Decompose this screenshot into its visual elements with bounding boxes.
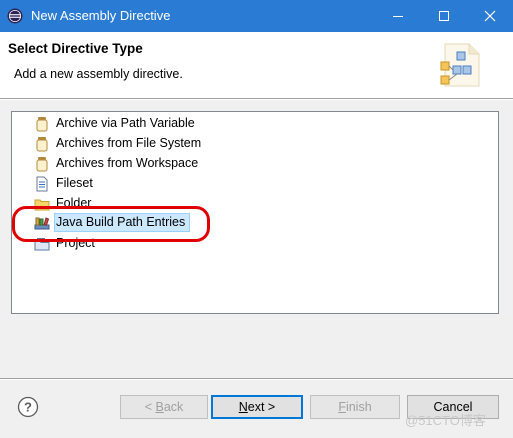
finish-button[interactable]: Finish — [310, 395, 400, 419]
tree-item-label: Fileset — [56, 176, 93, 190]
help-icon[interactable]: ? — [17, 396, 39, 418]
jar-icon — [36, 137, 48, 152]
next-button[interactable]: Next > — [211, 395, 303, 419]
window-title: New Assembly Directive — [31, 8, 171, 23]
maximize-button[interactable] — [421, 0, 467, 32]
jar-icon — [36, 117, 48, 132]
tree-item-label: Archives from File System — [56, 136, 202, 150]
tree-item-label: Archives from Workspace — [56, 156, 199, 170]
fileset-icon — [36, 176, 48, 192]
close-icon — [484, 10, 496, 22]
jar-icon — [36, 157, 48, 172]
minimize-button[interactable] — [375, 0, 421, 32]
page-title: Select Directive Type — [8, 41, 143, 56]
annotation-highlight — [12, 206, 210, 242]
watermark: @51CTO博客 — [405, 413, 486, 428]
close-button[interactable] — [467, 0, 513, 32]
wizard-content: Archive via Path Variable Archives from … — [0, 100, 513, 438]
title-bar: New Assembly Directive — [0, 0, 513, 32]
wizard-banner-icon — [440, 43, 480, 87]
tree-item-label: Archive via Path Variable — [56, 116, 195, 130]
wizard-header: Select Directive Type Add a new assembly… — [0, 32, 513, 98]
minimize-icon — [393, 16, 403, 17]
page-description: Add a new assembly directive. — [14, 67, 183, 81]
maximize-icon — [439, 11, 449, 21]
directive-type-tree[interactable]: Archive via Path Variable Archives from … — [11, 111, 499, 314]
back-button[interactable]: < Back — [120, 395, 208, 419]
eclipse-icon — [7, 8, 23, 24]
svg-text:?: ? — [24, 400, 32, 415]
